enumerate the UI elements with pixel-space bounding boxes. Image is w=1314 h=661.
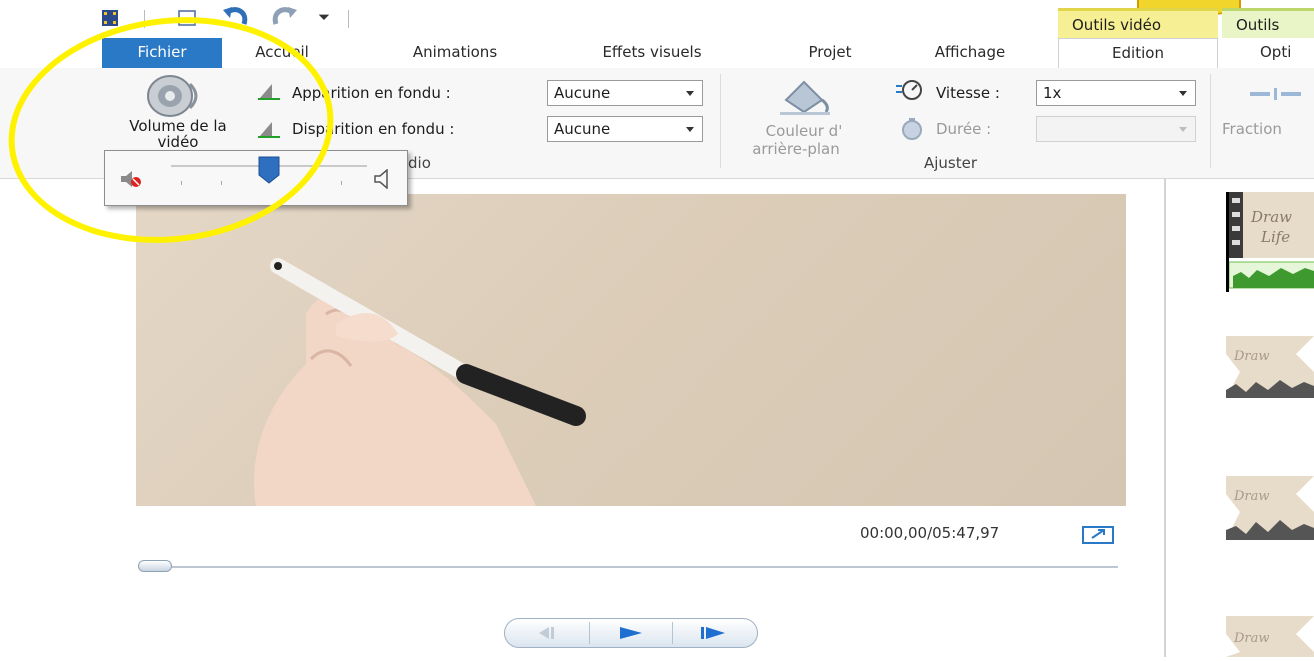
adjust-group-label: Ajuster (924, 154, 978, 172)
clip-thumbnail: Draw (1226, 476, 1314, 540)
timecode: 00:00,00/05:47,97 (860, 524, 1000, 542)
group-separator (720, 74, 721, 168)
audio-group-label: dio (408, 154, 431, 172)
chevron-down-icon (686, 91, 694, 96)
clip-title-1: Draw (1233, 349, 1270, 364)
customize-qat-icon[interactable]: ⏷ (318, 8, 330, 26)
split-label[interactable]: Fraction (1222, 120, 1282, 138)
speed-value: 1x (1043, 84, 1062, 102)
clip-title-2: Life (1260, 228, 1290, 246)
speaker-icon[interactable] (142, 74, 208, 118)
other-tools-context-header: Outils (1222, 8, 1314, 38)
tab-projet[interactable]: Projet (770, 38, 890, 68)
fullscreen-icon[interactable] (1082, 526, 1114, 544)
ribbon-tab-bar: Fichier Accueil Animations Effets visuel… (0, 38, 1314, 70)
bg-color-label[interactable]: Couleur d' (744, 122, 864, 140)
storyboard-clip[interactable]: Draw Life (1226, 192, 1314, 292)
fade-out-icon (258, 122, 280, 138)
fade-in-select[interactable]: Aucune (547, 80, 703, 106)
seek-bar-track[interactable] (138, 566, 1118, 568)
next-frame-button[interactable] (673, 619, 757, 647)
speed-icon (896, 80, 922, 100)
volume-button-label[interactable]: Volume de la vidéo (118, 118, 238, 150)
film-app-icon[interactable] (100, 8, 120, 28)
mute-icon[interactable] (119, 169, 143, 189)
clip-title-1: Draw (1233, 489, 1270, 504)
clip-thumbnail: Draw Life (1228, 192, 1314, 289)
paint-bucket-icon[interactable] (776, 76, 834, 116)
volume-tick (221, 181, 222, 185)
bg-color-label-2[interactable]: arrière-plan (730, 140, 862, 158)
split-icon[interactable] (1250, 88, 1314, 100)
quick-access-toolbar: ⏷ (0, 0, 1060, 36)
tab-options[interactable]: Opti (1230, 38, 1314, 68)
duration-label: Durée : (936, 120, 992, 138)
storyboard-clip[interactable]: Draw (1226, 614, 1314, 657)
video-preview[interactable] (136, 194, 1126, 506)
clip-title-1: Draw (1233, 631, 1270, 646)
other-tools-label: Outils (1236, 16, 1280, 34)
clip-title-1: Draw (1250, 208, 1292, 226)
tab-animations[interactable]: Animations (375, 38, 535, 68)
volume-slider-thumb[interactable] (257, 155, 281, 185)
storyboard-clip[interactable]: Draw (1226, 334, 1314, 398)
save-icon[interactable] (178, 10, 196, 26)
redo-icon[interactable] (270, 6, 298, 30)
tab-accueil[interactable]: Accueil (222, 38, 342, 68)
fade-out-label: Disparition en fondu : (292, 120, 455, 138)
video-tools-context-header: Outils vidéo (1058, 8, 1218, 38)
tab-effets-visuels[interactable]: Effets visuels (566, 38, 738, 68)
play-icon (620, 627, 642, 639)
duration-select[interactable] (1036, 116, 1196, 142)
speed-label: Vitesse : (936, 84, 1000, 102)
stopwatch-icon (902, 118, 922, 140)
fade-in-icon (258, 84, 280, 100)
play-button[interactable] (590, 619, 672, 647)
group-separator (1210, 74, 1211, 168)
clip-thumbnail: Draw (1226, 336, 1314, 398)
tab-edition[interactable]: Edition (1058, 38, 1218, 70)
pane-divider[interactable] (1164, 178, 1166, 657)
next-frame-icon (701, 627, 725, 639)
speed-select[interactable]: 1x (1036, 80, 1196, 106)
qat-separator (144, 10, 145, 28)
chevron-down-icon (1179, 91, 1187, 96)
fade-in-label: Apparition en fondu : (292, 84, 451, 102)
clip-thumbnail: Draw (1226, 616, 1314, 657)
chevron-down-icon (686, 127, 694, 132)
fade-out-value: Aucune (554, 120, 611, 138)
chevron-down-icon (1179, 127, 1187, 132)
hand-drawing-frame (254, 258, 586, 506)
video-tools-label: Outils vidéo (1072, 16, 1162, 34)
tab-affichage[interactable]: Affichage (900, 38, 1040, 68)
previous-frame-button[interactable] (505, 619, 589, 647)
volume-popup (104, 150, 408, 206)
tab-fichier[interactable]: Fichier (102, 38, 222, 68)
volume-tick (341, 181, 342, 185)
seek-bar-thumb[interactable] (138, 560, 172, 572)
fade-out-select[interactable]: Aucune (547, 116, 703, 142)
transport-controls (504, 618, 758, 648)
previous-frame-icon (539, 627, 554, 639)
speaker-max-icon[interactable] (373, 169, 395, 189)
undo-icon[interactable] (222, 6, 250, 30)
storyboard-clip[interactable]: Draw (1226, 474, 1314, 540)
volume-tick (181, 181, 182, 185)
fade-in-value: Aucune (554, 84, 611, 102)
volume-tick (301, 181, 302, 185)
qat-separator (348, 10, 349, 28)
